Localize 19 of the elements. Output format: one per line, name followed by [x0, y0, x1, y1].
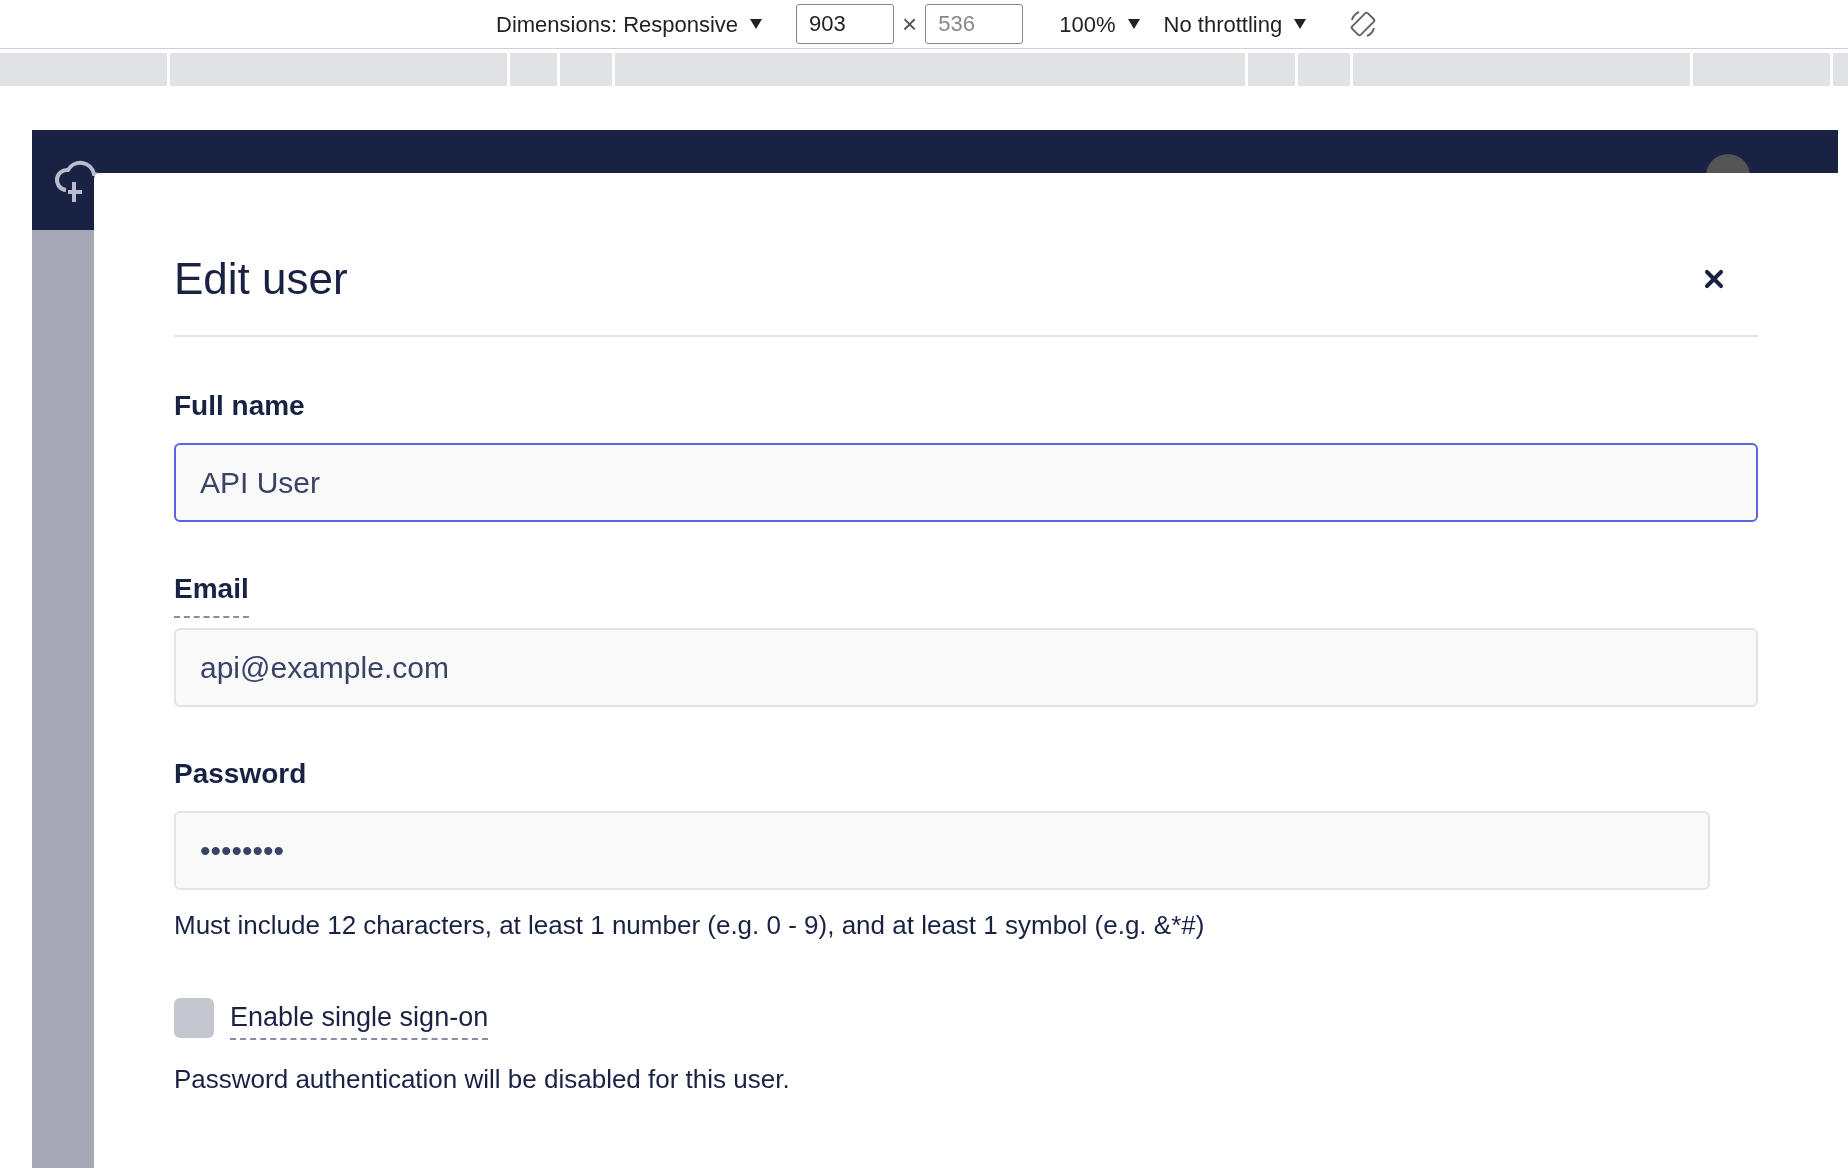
- dropdown-caret-icon: [750, 19, 763, 29]
- times-sign: ×: [902, 7, 918, 41]
- sso-note: Password authentication will be disabled for this user.: [174, 1062, 791, 1096]
- dimensions-dropdown[interactable]: Dimensions: Responsive: [496, 7, 763, 41]
- checkbox[interactable]: [174, 998, 214, 1039]
- text-field[interactable]: api@example.com: [174, 628, 1758, 707]
- password-help-text: Must include 12 characters, at least 1 number (e.g. 0 - 9), and at least 1 symbol (e.g. &*#): [174, 909, 1206, 942]
- checkbox-label[interactable]: Enable single sign-on: [230, 997, 489, 1040]
- zoom-dropdown[interactable]: 100%: [1059, 7, 1140, 41]
- throttling-dropdown[interactable]: No throttling: [1163, 7, 1307, 41]
- dialog-title: Edit user: [174, 257, 348, 301]
- field-label: Full name: [174, 389, 305, 423]
- text-field[interactable]: ••••••••: [174, 811, 1710, 890]
- field-label: Password: [174, 757, 307, 791]
- dropdown-caret-icon: [1294, 19, 1307, 29]
- dropdown-caret-icon: [1127, 19, 1140, 29]
- width-field[interactable]: 903: [796, 4, 895, 44]
- text-field[interactable]: API User: [174, 443, 1758, 522]
- field-label: Email: [174, 568, 249, 618]
